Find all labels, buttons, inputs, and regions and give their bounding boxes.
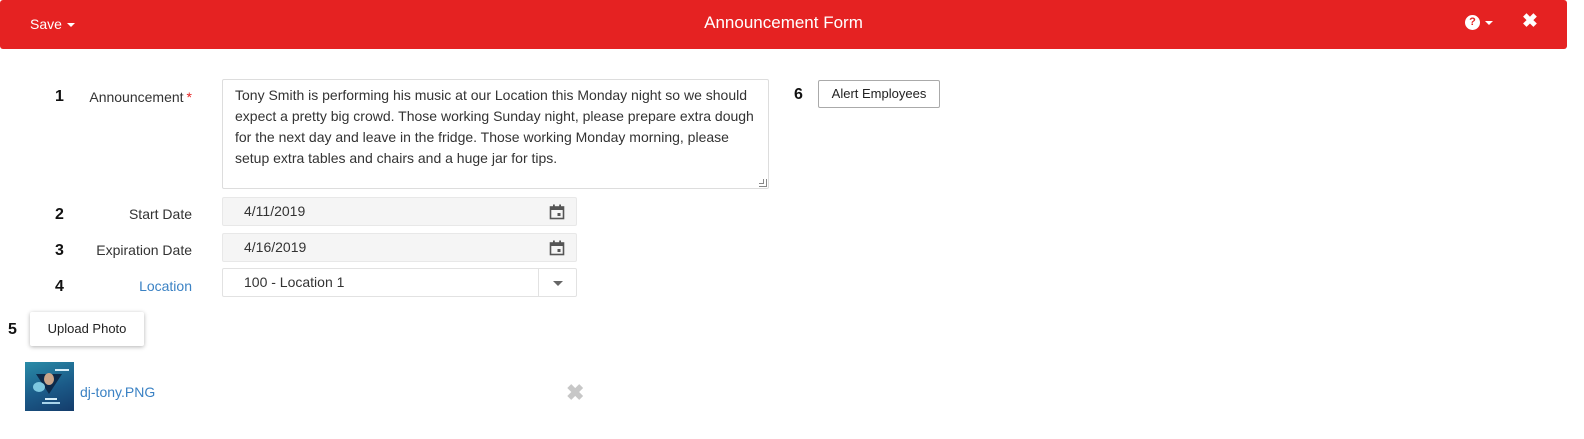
start-date-label-wrap: Start Date [60,206,192,226]
remove-icon[interactable]: ✖ [566,382,584,404]
upload-photo-button[interactable]: Upload Photo [30,312,144,346]
start-date-label: Start Date [128,206,192,222]
thumb-text-line [42,402,60,404]
step-number-5: 5 [8,321,17,338]
photo-thumbnail[interactable] [25,362,74,411]
alert-employees-button[interactable]: Alert Employees [818,80,940,108]
thumb-text-line [55,369,69,371]
expiration-date-input[interactable]: 4/16/2019 [222,233,577,262]
page-title: Announcement Form [704,13,863,32]
step-number-6: 6 [794,86,803,103]
calendar-icon[interactable] [549,204,565,220]
announcement-text: Tony Smith is performing his music at ou… [235,87,754,166]
select-divider [538,269,539,296]
start-date-input[interactable]: 4/11/2019 [222,197,577,226]
announcement-label-wrap: Announcement * [60,89,192,109]
resize-handle-icon[interactable] [759,179,767,187]
attachment-file-link[interactable]: dj-tony.PNG [80,384,155,400]
announcement-textarea[interactable]: Tony Smith is performing his music at ou… [222,79,769,189]
start-date-value: 4/11/2019 [244,203,306,219]
close-icon[interactable]: ✖ [1522,11,1538,33]
announcement-label: Announcement * [89,89,192,105]
thumb-text-line [45,398,57,400]
thumb-cloud [33,382,45,392]
location-value: 100 - Location 1 [244,274,345,290]
header-bar: Save Announcement Form ? ✖ [0,0,1567,49]
expiration-date-label-wrap: Expiration Date [60,242,192,262]
help-button[interactable]: ? [1465,15,1493,30]
question-circle-icon: ? [1465,15,1480,30]
calendar-icon[interactable] [549,240,565,256]
expiration-date-label: Expiration Date [96,242,192,258]
location-label-link[interactable]: Location [139,278,192,294]
location-label-wrap: Location [60,278,192,298]
required-mark: * [186,89,192,105]
chevron-down-icon[interactable] [553,281,563,286]
thumb-face [44,373,54,385]
chevron-down-icon [1485,21,1493,25]
announcement-label-text: Announcement [89,89,184,105]
location-select[interactable]: 100 - Location 1 [222,268,577,297]
expiration-date-value: 4/16/2019 [244,239,307,255]
